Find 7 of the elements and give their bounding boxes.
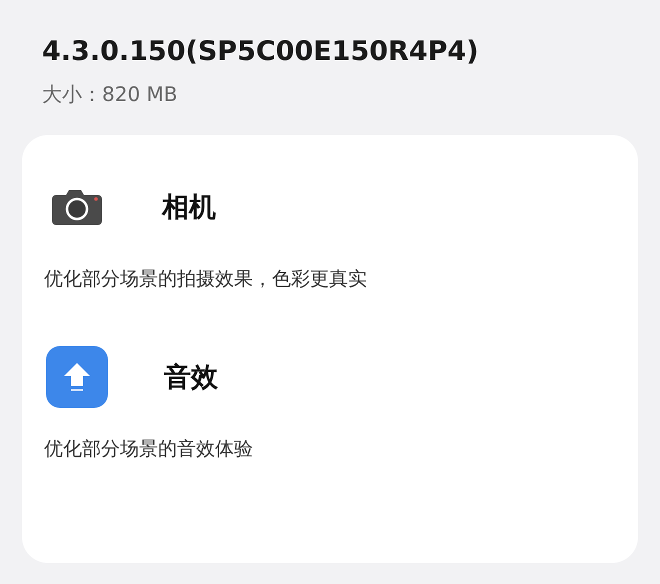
camera-icon: [52, 189, 102, 225]
item-description: 优化部分场景的音效体验: [44, 437, 254, 462]
item-description: 优化部分场景的拍摄效果，色彩更真实: [44, 267, 368, 292]
size-label: 大小：820 MB: [41, 81, 179, 108]
item-title: 相机: [162, 191, 216, 225]
item-title: 音效: [164, 361, 218, 395]
version-title: 4.3.0.150(SP5C00E150R4P4): [41, 35, 480, 69]
